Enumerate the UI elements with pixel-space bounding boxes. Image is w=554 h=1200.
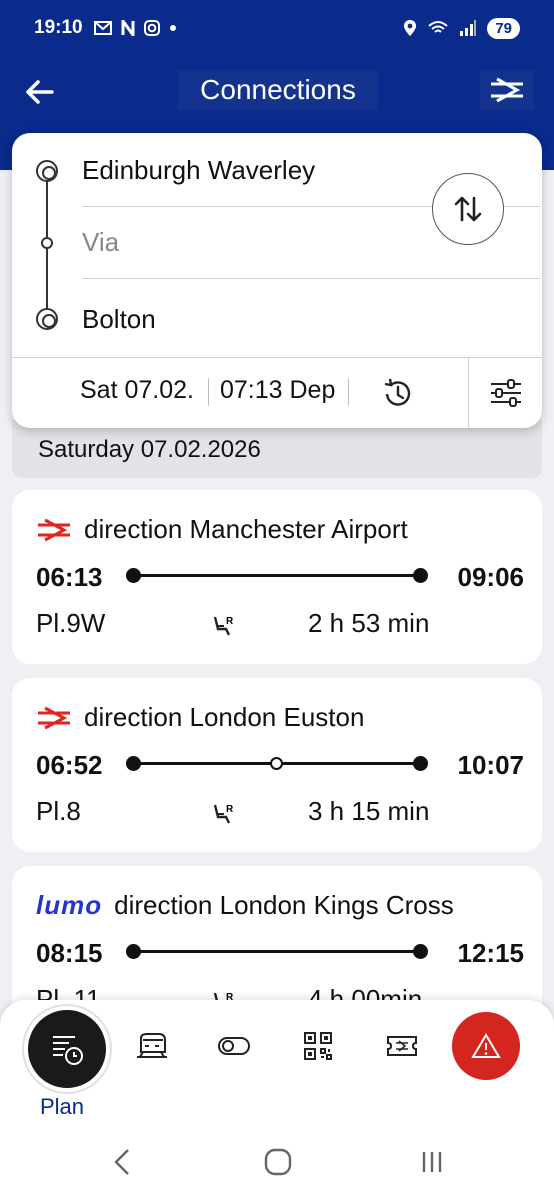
date-header-label: Saturday 07.02.2026 xyxy=(38,436,261,463)
connection-direction: direction London Euston xyxy=(84,702,365,732)
seat-reservation-icon: R xyxy=(213,804,234,824)
arrival-time: 09:06 xyxy=(457,562,525,592)
sliders-icon xyxy=(490,379,521,407)
toggle-icon xyxy=(218,1037,250,1055)
departure-time: 06:13 xyxy=(36,562,103,592)
destination-field[interactable]: Bolton xyxy=(82,283,542,355)
platform: Pl.8 xyxy=(36,796,81,826)
nav-toggle-button[interactable] xyxy=(204,1020,264,1072)
signal-icon xyxy=(460,20,477,36)
nav-plan-button[interactable] xyxy=(24,1006,110,1092)
battery-indicator: 79 xyxy=(487,17,520,39)
departure-time: 06:52 xyxy=(36,750,103,780)
svg-text:R: R xyxy=(226,804,234,815)
origin-stop-icon xyxy=(36,160,58,182)
alert-button[interactable] xyxy=(452,1012,520,1080)
date-selector[interactable]: Sat 07.02. xyxy=(80,376,194,405)
nav-live-trains-button[interactable] xyxy=(122,1020,182,1072)
destination-stop-icon xyxy=(36,308,58,330)
history-icon xyxy=(384,378,411,406)
seat-reservation-icon: R xyxy=(213,616,234,636)
status-bar: 19:10 79 xyxy=(0,0,554,56)
arrival-time: 10:07 xyxy=(457,750,525,780)
time-selector[interactable]: 07:13 Dep xyxy=(220,376,335,405)
national-rail-button[interactable] xyxy=(480,70,534,110)
departure-time: 08:15 xyxy=(36,938,103,968)
nav-qr-button[interactable] xyxy=(288,1020,348,1072)
divider xyxy=(208,378,209,406)
national-rail-logo-icon xyxy=(38,706,70,729)
history-button[interactable] xyxy=(378,374,418,414)
timetable-clock-icon xyxy=(53,1036,83,1065)
system-recents-button[interactable] xyxy=(412,1146,452,1178)
lumo-logo: lumo xyxy=(36,890,103,920)
wifi-icon xyxy=(428,21,448,33)
status-time: 19:10 xyxy=(34,17,83,38)
date-header: Saturday 07.02.2026 xyxy=(12,420,542,478)
arrival-time: 12:15 xyxy=(457,938,525,968)
divider xyxy=(348,378,349,406)
chevron-left-icon xyxy=(114,1149,129,1175)
journey-timeline xyxy=(126,944,428,959)
journey-search-card: Edinburgh Waverley Via Bolton Sat 07.02.… xyxy=(12,133,542,428)
qr-code-icon xyxy=(304,1032,332,1060)
duration: 2 h 53 min xyxy=(308,608,430,638)
journey-timeline xyxy=(126,756,428,771)
location-icon xyxy=(404,20,417,36)
recents-icon xyxy=(422,1152,442,1172)
system-back-button[interactable] xyxy=(104,1146,144,1178)
filter-button[interactable] xyxy=(468,358,542,428)
ticket-icon xyxy=(387,1036,417,1056)
system-home-button[interactable] xyxy=(258,1146,298,1178)
back-button[interactable] xyxy=(22,74,58,110)
svg-text:R: R xyxy=(226,616,234,627)
connection-card[interactable]: direction London Euston 06:52 10:07 Pl.8… xyxy=(12,678,542,852)
dot-icon xyxy=(169,25,176,31)
national-rail-icon xyxy=(491,77,523,103)
instagram-icon xyxy=(143,20,160,36)
connection-card[interactable]: direction Manchester Airport 06:13 09:06… xyxy=(12,490,542,664)
journey-timeline xyxy=(126,568,428,583)
notification-icons xyxy=(93,19,177,37)
connection-direction: direction London Kings Cross xyxy=(114,890,454,920)
nav-plan-label: Plan xyxy=(40,1094,85,1119)
change-point-icon xyxy=(270,757,283,770)
n-icon xyxy=(121,20,135,36)
duration: 3 h 15 min xyxy=(308,796,430,826)
train-icon xyxy=(137,1033,167,1058)
arrow-left-icon xyxy=(26,80,54,104)
swap-arrows-icon xyxy=(454,196,482,222)
nav-tickets-button[interactable] xyxy=(372,1020,432,1072)
mail-icon xyxy=(93,21,112,35)
warning-icon xyxy=(471,1033,501,1058)
system-navigation-bar xyxy=(0,1130,554,1190)
date-time-row: Sat 07.02. 07:13 Dep xyxy=(12,357,542,428)
home-circle-icon xyxy=(264,1148,292,1176)
swap-button[interactable] xyxy=(432,173,504,245)
via-stop-icon xyxy=(41,237,53,249)
connection-direction: direction Manchester Airport xyxy=(84,514,408,544)
page-title: Connections xyxy=(178,70,378,110)
national-rail-logo-icon xyxy=(38,518,70,541)
platform: Pl.9W xyxy=(36,608,106,638)
